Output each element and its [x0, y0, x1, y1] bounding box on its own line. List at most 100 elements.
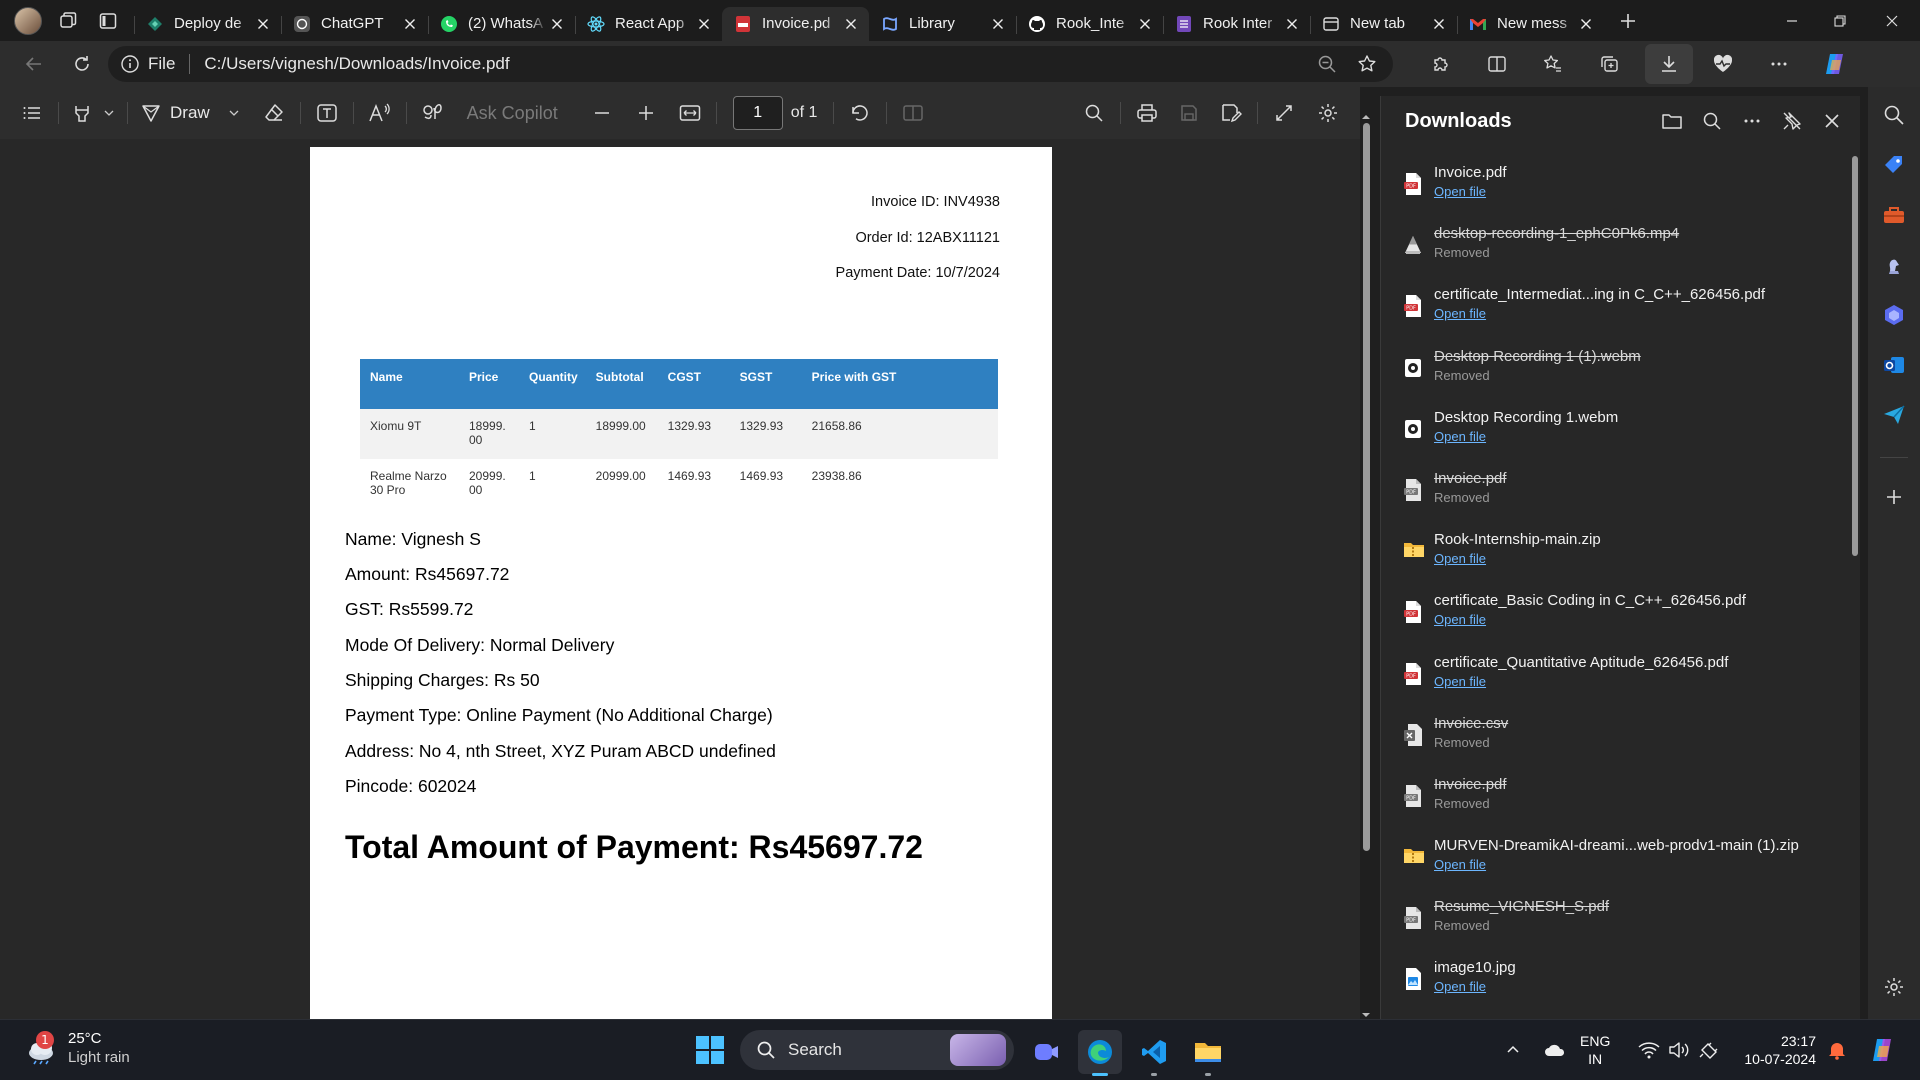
tab-close-button[interactable] — [400, 14, 420, 34]
rotate-button[interactable] — [842, 95, 878, 131]
browser-tab[interactable]: Library — [869, 7, 1016, 41]
open-file-link[interactable]: Open file — [1434, 551, 1851, 566]
download-item[interactable]: PDF certificate_Basic Coding in C_C++_626… — [1381, 584, 1851, 645]
download-item[interactable]: PDF certificate_Intermediat...ing in C_C+… — [1381, 278, 1851, 339]
favorite-button[interactable] — [1347, 46, 1387, 82]
downloads-scrollbar[interactable] — [1851, 156, 1859, 1016]
unpin-panel-button[interactable] — [1772, 103, 1812, 139]
translate-button[interactable] — [415, 95, 451, 131]
restore-button[interactable] — [1816, 1, 1864, 41]
sidebar-outlook-button[interactable] — [1878, 349, 1910, 381]
contents-button[interactable] — [14, 95, 50, 131]
start-button[interactable] — [694, 1034, 726, 1066]
browser-tab[interactable]: Rook Inter — [1163, 7, 1310, 41]
download-item[interactable]: Rook-Internship-main.zip Open file — [1381, 523, 1851, 584]
taskbar-edge-app[interactable] — [1078, 1030, 1122, 1076]
browser-tab[interactable]: React App — [575, 7, 722, 41]
read-aloud-button[interactable] — [362, 95, 398, 131]
highlight-button[interactable] — [67, 95, 119, 131]
sidebar-add-button[interactable] — [1878, 481, 1910, 513]
download-item[interactable]: image10.jpg Open file — [1381, 951, 1851, 1012]
open-file-link[interactable]: Open file — [1434, 429, 1851, 444]
page-number-input[interactable] — [732, 96, 783, 130]
taskbar-meet-app[interactable] — [1024, 1030, 1068, 1074]
fit-page-button[interactable] — [672, 95, 708, 131]
taskbar-vscode-app[interactable] — [1132, 1030, 1176, 1076]
url-box[interactable]: File C:/Users/vignesh/Downloads/Invoice.… — [108, 46, 1393, 82]
sidebar-settings-button[interactable] — [1878, 971, 1910, 1003]
tab-close-button[interactable] — [1576, 14, 1596, 34]
downloads-scrollbar-thumb[interactable] — [1852, 156, 1858, 556]
browser-essentials-button[interactable] — [1703, 46, 1743, 82]
download-item[interactable]: PDF Invoice.pdf Removed — [1381, 768, 1851, 829]
open-file-link[interactable]: Open file — [1434, 979, 1851, 994]
tab-close-button[interactable] — [694, 14, 714, 34]
open-downloads-folder-button[interactable] — [1652, 103, 1692, 139]
input-language-indicator[interactable]: ENG IN — [1580, 1032, 1610, 1068]
onedrive-tray-button[interactable] — [1540, 1020, 1570, 1080]
download-item[interactable]: MURVEN-DreamikAI-dreami...web-prodv1-mai… — [1381, 829, 1851, 890]
download-item[interactable]: desktop-recording-1_ephC0Pk6.mp4 Removed — [1381, 217, 1851, 278]
extensions-button[interactable] — [1421, 46, 1461, 82]
sidebar-search-button[interactable] — [1878, 99, 1910, 131]
browser-tab[interactable]: Deploy de — [134, 7, 281, 41]
copilot-taskbar-button[interactable] — [1862, 1020, 1902, 1080]
download-item[interactable]: PDF Invoice.pdf Open file — [1381, 156, 1851, 217]
pdf-scrollbar-thumb[interactable] — [1363, 123, 1370, 851]
downloads-more-button[interactable] — [1732, 103, 1772, 139]
minimize-button[interactable] — [1768, 1, 1816, 41]
sidebar-tools-button[interactable] — [1878, 199, 1910, 231]
tab-close-button[interactable] — [1429, 14, 1449, 34]
refresh-button[interactable] — [62, 46, 102, 82]
split-screen-button[interactable] — [1477, 46, 1517, 82]
zoom-in-button[interactable] — [628, 95, 664, 131]
sidebar-games-button[interactable] — [1878, 249, 1910, 281]
open-file-link[interactable]: Open file — [1434, 612, 1851, 627]
close-downloads-button[interactable] — [1812, 103, 1852, 139]
url-text[interactable]: C:/Users/vignesh/Downloads/Invoice.pdf — [204, 54, 509, 74]
browser-tab[interactable]: Invoice.pd — [722, 6, 869, 41]
browser-tab[interactable]: New mess — [1457, 7, 1604, 41]
taskbar-explorer-app[interactable] — [1186, 1030, 1230, 1076]
copilot-button[interactable] — [1815, 46, 1855, 82]
workspaces-button[interactable] — [48, 1, 88, 41]
open-file-link[interactable]: Open file — [1434, 674, 1851, 689]
draw-button[interactable]: Draw — [136, 95, 244, 131]
back-button[interactable] — [14, 46, 54, 82]
quick-settings-button[interactable] — [1634, 1020, 1724, 1080]
notifications-button[interactable] — [1822, 1020, 1852, 1080]
pdf-scrollbar[interactable] — [1360, 113, 1372, 1019]
taskbar-search[interactable]: Search — [740, 1030, 1014, 1070]
erase-button[interactable] — [256, 95, 292, 131]
open-file-link[interactable]: Open file — [1434, 306, 1851, 321]
pdf-viewport[interactable]: Invoice ID: INV4938 Order Id: 12ABX11121… — [0, 139, 1360, 1019]
favorites-button[interactable] — [1533, 46, 1573, 82]
save-as-button[interactable] — [1213, 95, 1249, 131]
new-tab-button[interactable] — [1608, 1, 1648, 41]
download-item[interactable]: PDF Invoice.pdf Removed — [1381, 462, 1851, 523]
zoom-button[interactable] — [1307, 46, 1347, 82]
sidebar-send-button[interactable] — [1878, 399, 1910, 431]
tab-close-button[interactable] — [1282, 14, 1302, 34]
open-file-link[interactable]: Open file — [1434, 184, 1851, 199]
fullscreen-button[interactable] — [1266, 95, 1302, 131]
find-button[interactable] — [1076, 95, 1112, 131]
download-item[interactable]: Invoice.csv Removed — [1381, 707, 1851, 768]
browser-tab[interactable]: (2) WhatsA — [428, 7, 575, 41]
tab-close-button[interactable] — [547, 14, 567, 34]
settings-more-button[interactable] — [1759, 46, 1799, 82]
ask-copilot-button[interactable]: Ask Copilot — [463, 95, 562, 131]
sidebar-copilot-button[interactable] — [1878, 299, 1910, 331]
tab-close-button[interactable] — [1135, 14, 1155, 34]
weather-widget[interactable]: 1 25°C Light rain — [24, 1030, 130, 1066]
show-hidden-icons-button[interactable] — [1500, 1020, 1526, 1080]
collections-button[interactable] — [1589, 46, 1629, 82]
download-item[interactable]: Desktop Recording 1 (1).webm Removed — [1381, 340, 1851, 401]
sidebar-shopping-button[interactable] — [1878, 149, 1910, 181]
clock[interactable]: 23:17 10-07-2024 — [1730, 1032, 1816, 1068]
browser-tab[interactable]: Rook_Inte — [1016, 7, 1163, 41]
download-item[interactable]: PDF certificate_Quantitative Aptitude_626… — [1381, 646, 1851, 707]
browser-tab[interactable]: ChatGPT — [281, 7, 428, 41]
page-view-button[interactable] — [895, 95, 931, 131]
close-window-button[interactable] — [1864, 1, 1920, 41]
